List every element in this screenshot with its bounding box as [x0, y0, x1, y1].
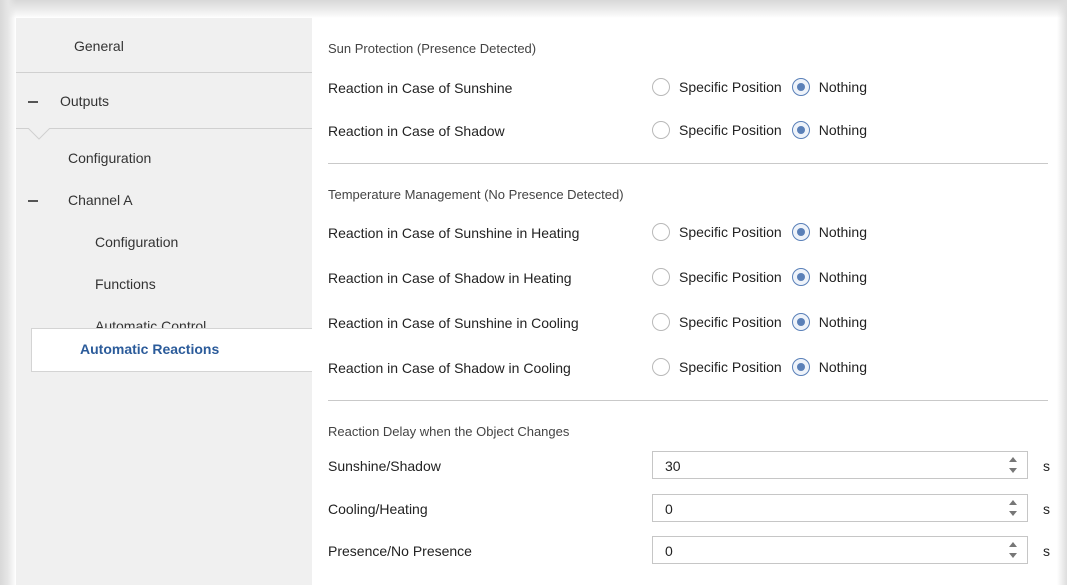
- sidebar-item-label: Functions: [95, 276, 156, 292]
- row-label: Reaction in Case of Shadow in Heating: [328, 270, 572, 286]
- radio-label: Nothing: [818, 314, 867, 330]
- window-shadow: [1057, 0, 1067, 585]
- radio-label: Specific Position: [679, 224, 782, 240]
- radio-label: Nothing: [818, 224, 867, 240]
- radio-label: Specific Position: [679, 122, 782, 138]
- radio-group: Specific Position Nothing: [652, 121, 867, 139]
- window-shadow: [0, 0, 1067, 18]
- row-label: Reaction in Case of Sunshine: [328, 80, 513, 96]
- radio-group: Specific Position Nothing: [652, 78, 867, 96]
- sidebar-item-channel-configuration[interactable]: Configuration: [16, 234, 312, 250]
- sidebar-item-label: Automatic Reactions: [80, 341, 220, 357]
- sidebar-divider: [16, 72, 312, 73]
- radio-specific-position[interactable]: [652, 268, 670, 286]
- sidebar-item-automatic-reactions[interactable]: Automatic Reactions: [31, 328, 313, 372]
- stepper-arrows-icon[interactable]: [1009, 498, 1019, 518]
- row-label: Reaction in Case of Shadow: [328, 123, 505, 139]
- stepper-value: 30: [665, 458, 681, 474]
- radio-specific-position[interactable]: [652, 358, 670, 376]
- sidebar-item-functions[interactable]: Functions: [16, 276, 312, 292]
- radio-label: Specific Position: [679, 314, 782, 330]
- collapse-icon[interactable]: [28, 200, 38, 202]
- sidebar-divider: [16, 128, 312, 129]
- sidebar-item-label: Outputs: [60, 93, 110, 109]
- sidebar-item-label: Configuration: [95, 234, 179, 250]
- radio-label: Nothing: [818, 359, 867, 375]
- section-divider: [328, 163, 1048, 164]
- unit-label: s: [1043, 458, 1050, 474]
- radio-nothing[interactable]: [791, 313, 810, 331]
- main-panel: Sun Protection (Presence Detected) React…: [312, 18, 1057, 585]
- radio-nothing[interactable]: [791, 268, 810, 286]
- stepper-value: 0: [665, 501, 673, 517]
- radio-nothing[interactable]: [791, 223, 810, 241]
- section-title-sun-protection: Sun Protection (Presence Detected): [328, 41, 537, 56]
- radio-nothing[interactable]: [791, 358, 810, 376]
- radio-specific-position[interactable]: [652, 121, 670, 139]
- stepper-arrows-icon[interactable]: [1009, 455, 1019, 475]
- section-divider: [328, 400, 1048, 401]
- radio-nothing[interactable]: [791, 78, 810, 96]
- sidebar-item-outputs[interactable]: Outputs: [16, 93, 312, 109]
- window-shadow: [0, 0, 16, 585]
- stepper-arrows-icon[interactable]: [1009, 540, 1019, 560]
- sidebar-item-configuration[interactable]: Configuration: [16, 150, 312, 166]
- row-label: Reaction in Case of Shadow in Cooling: [328, 360, 571, 376]
- sidebar-item-label: General: [74, 38, 124, 54]
- sidebar: General Outputs Configuration Channel A …: [16, 18, 312, 585]
- radio-label: Specific Position: [679, 79, 782, 95]
- unit-label: s: [1043, 501, 1050, 517]
- section-title-reaction-delay: Reaction Delay when the Object Changes: [328, 424, 570, 439]
- sidebar-item-general[interactable]: General: [16, 38, 312, 54]
- row-label: Sunshine/Shadow: [328, 458, 441, 474]
- radio-specific-position[interactable]: [652, 223, 670, 241]
- presence-stepper[interactable]: 0: [652, 536, 1028, 564]
- radio-label: Specific Position: [679, 359, 782, 375]
- collapse-icon[interactable]: [28, 101, 38, 103]
- sidebar-item-label: Configuration: [68, 150, 152, 166]
- radio-group: Specific Position Nothing: [652, 268, 867, 286]
- row-label: Reaction in Case of Sunshine in Heating: [328, 225, 580, 241]
- sidebar-item-label: Channel A: [68, 192, 133, 208]
- cooling-heating-stepper[interactable]: 0: [652, 494, 1028, 522]
- row-label: Reaction in Case of Sunshine in Cooling: [328, 315, 579, 331]
- radio-group: Specific Position Nothing: [652, 313, 867, 331]
- radio-label: Nothing: [818, 79, 867, 95]
- section-title-temperature-management: Temperature Management (No Presence Dete…: [328, 187, 624, 202]
- radio-specific-position[interactable]: [652, 78, 670, 96]
- radio-nothing[interactable]: [791, 121, 810, 139]
- radio-label: Nothing: [818, 122, 867, 138]
- radio-label: Nothing: [818, 269, 867, 285]
- window: General Outputs Configuration Channel A …: [0, 0, 1067, 585]
- radio-label: Specific Position: [679, 269, 782, 285]
- radio-group: Specific Position Nothing: [652, 358, 867, 376]
- tree-notch-icon: [28, 128, 50, 140]
- radio-group: Specific Position Nothing: [652, 223, 867, 241]
- stepper-value: 0: [665, 543, 673, 559]
- row-label: Presence/No Presence: [328, 543, 472, 559]
- sunshine-shadow-stepper[interactable]: 30: [652, 451, 1028, 479]
- row-label: Cooling/Heating: [328, 501, 428, 517]
- radio-specific-position[interactable]: [652, 313, 670, 331]
- sidebar-item-channel-a[interactable]: Channel A: [16, 192, 312, 208]
- unit-label: s: [1043, 543, 1050, 559]
